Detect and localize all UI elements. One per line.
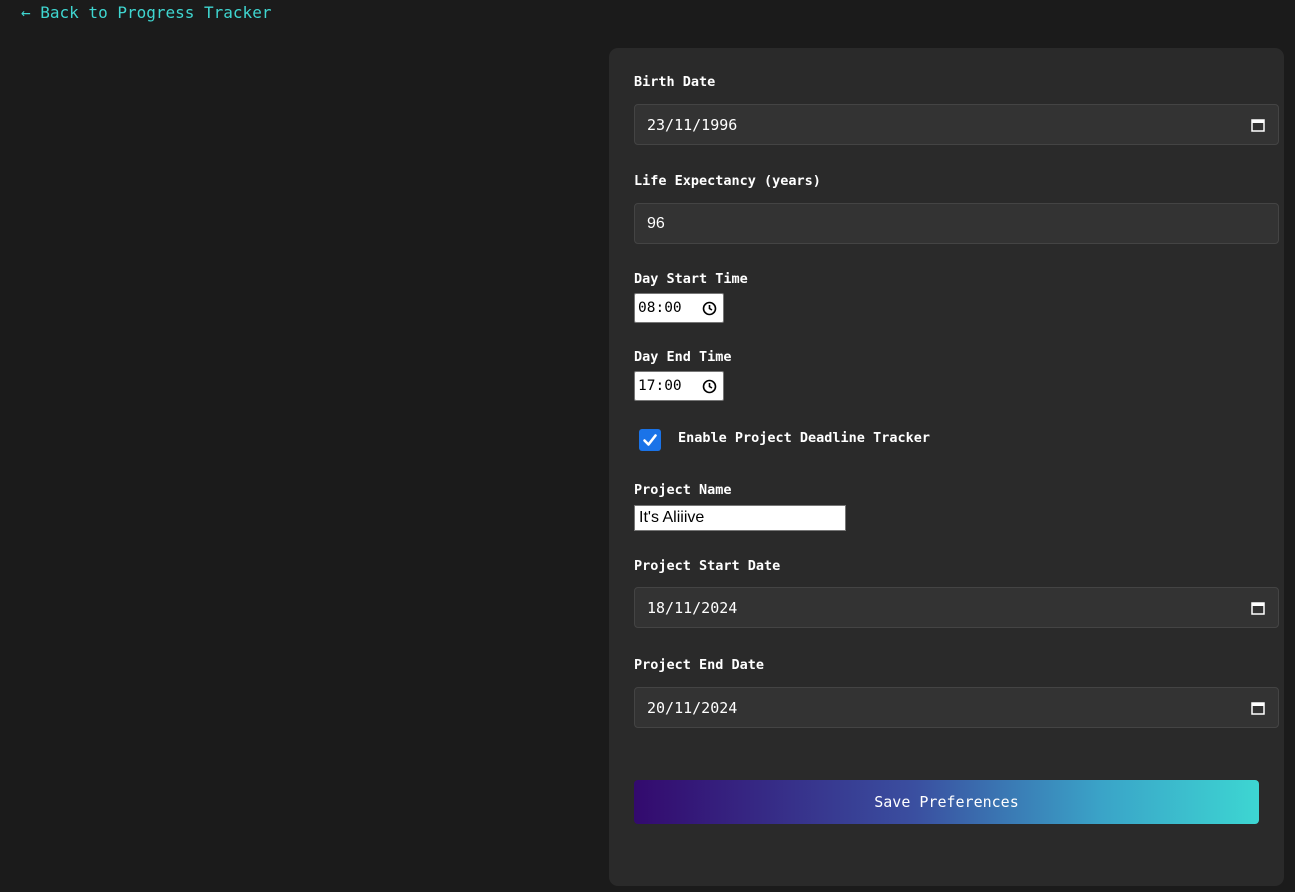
back-to-progress-tracker-link[interactable]: ← Back to Progress Tracker — [21, 3, 271, 22]
project-end-date-value: 20/11/2024 — [647, 698, 738, 717]
project-tracker-label: Enable Project Deadline Tracker — [678, 430, 930, 446]
project-name-value: It's Aliiive — [639, 509, 705, 526]
project-end-date-label: Project End Date — [634, 657, 765, 673]
preferences-panel: Birth Date 23/11/1996 Life Expectancy (y… — [609, 48, 1284, 886]
life-expectancy-label: Life Expectancy (years) — [634, 173, 821, 189]
checkmark-icon — [643, 434, 657, 446]
day-end-time-input[interactable]: 17:00 — [634, 371, 724, 401]
project-start-date-input[interactable]: 18/11/2024 — [634, 587, 1279, 628]
day-start-time-value: 08:00 — [638, 300, 682, 316]
birth-date-label: Birth Date — [634, 74, 716, 90]
life-expectancy-input[interactable]: 96 — [634, 203, 1279, 244]
day-end-time-label: Day End Time — [634, 349, 732, 365]
project-tracker-checkbox[interactable] — [639, 429, 661, 451]
calendar-icon[interactable] — [1251, 601, 1265, 615]
birth-date-value: 23/11/1996 — [647, 115, 738, 134]
project-start-date-label: Project Start Date — [634, 558, 781, 574]
day-start-time-label: Day Start Time — [634, 271, 748, 287]
save-preferences-button[interactable]: Save Preferences — [634, 780, 1259, 824]
calendar-icon[interactable] — [1251, 118, 1265, 132]
project-name-input[interactable]: It's Aliiive — [634, 505, 846, 531]
project-name-label: Project Name — [634, 482, 732, 498]
day-start-time-input[interactable]: 08:00 — [634, 293, 724, 323]
life-expectancy-value: 96 — [647, 214, 665, 232]
clock-icon[interactable] — [702, 301, 717, 316]
day-end-time-value: 17:00 — [638, 378, 682, 394]
project-end-date-input[interactable]: 20/11/2024 — [634, 687, 1279, 728]
project-start-date-value: 18/11/2024 — [647, 598, 738, 617]
birth-date-input[interactable]: 23/11/1996 — [634, 104, 1279, 145]
calendar-icon[interactable] — [1251, 701, 1265, 715]
clock-icon[interactable] — [702, 379, 717, 394]
